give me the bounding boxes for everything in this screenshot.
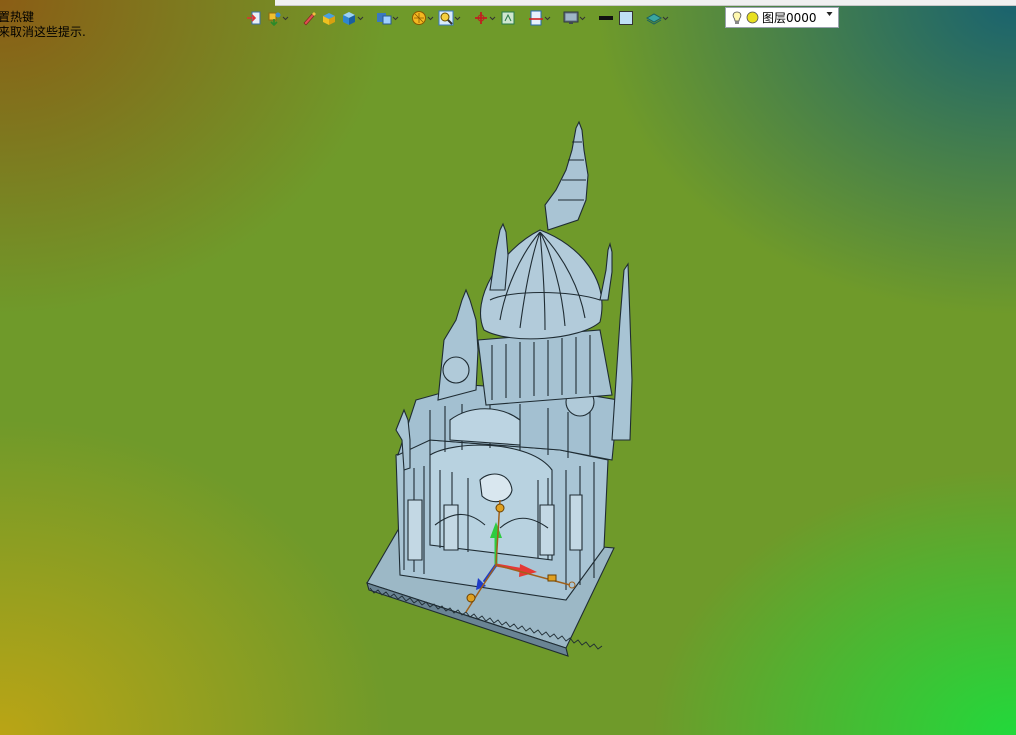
3d-viewport[interactable] [0,0,1016,735]
cathedral-model [366,120,633,657]
